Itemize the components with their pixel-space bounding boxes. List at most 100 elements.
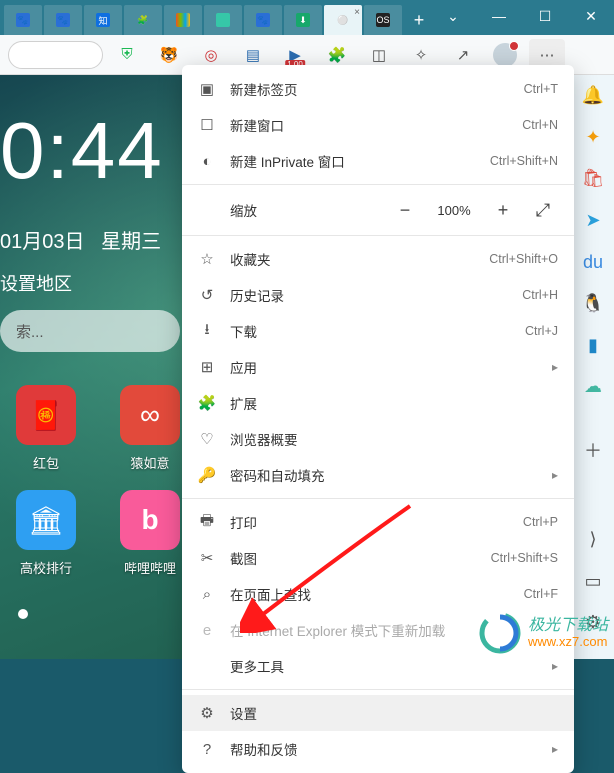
tab[interactable]: 🐾 (44, 5, 82, 35)
tab-actions-button[interactable]: ⌄ (430, 0, 476, 32)
window-close[interactable]: ✕ (568, 0, 614, 32)
reward-icon[interactable]: 🐯 (151, 39, 187, 71)
tab[interactable]: 🧩 (124, 5, 162, 35)
watermark-text: 极光下载站 (528, 617, 608, 635)
chevron-right-icon: ▸ (552, 659, 558, 673)
date: 01月03日 (0, 231, 85, 253)
gear-icon: ⚙ (198, 704, 216, 722)
window-controls: ⌄ — ☐ ✕ (430, 0, 614, 32)
sidebar-toggle-icon[interactable]: ▭ (581, 570, 605, 592)
tab[interactable]: 🐾 (4, 5, 42, 35)
menu-apps[interactable]: ⊞应用▸ (182, 349, 574, 385)
zoom-in-button[interactable]: + (488, 195, 518, 225)
quicklink-tile[interactable]: 🧧红包 (12, 385, 80, 472)
key-icon: 🔑 (198, 466, 216, 484)
tab-active[interactable]: ⚪× (324, 5, 362, 35)
shield-icon[interactable]: ⛨ (109, 39, 145, 71)
menu-new-inprivate[interactable]: ◐新建 InPrivate 窗口Ctrl+Shift+N (182, 143, 574, 179)
menu-extensions[interactable]: 🧩扩展 (182, 385, 574, 421)
quicklink-tile[interactable]: 🏛高校排行 (12, 490, 80, 577)
menu-help[interactable]: ?帮助和反馈▸ (182, 731, 574, 767)
watermark-logo (478, 611, 522, 655)
telegram-icon[interactable]: ➤ (581, 210, 605, 232)
tile-label: 高校排行 (12, 558, 80, 577)
print-icon: 🖶 (198, 510, 216, 535)
hide-sidebar-icon[interactable]: ⟩ (581, 529, 605, 551)
quicklink-tile[interactable]: b哔哩哔哩 (116, 490, 184, 577)
zoom-out-button[interactable]: − (390, 195, 420, 225)
new-window-icon: ☐ (198, 116, 216, 134)
menu-favorites[interactable]: ☆收藏夹Ctrl+Shift+O (182, 241, 574, 277)
zoom-value: 100% (430, 203, 478, 218)
tab[interactable] (204, 5, 242, 35)
tile-label: 红包 (12, 453, 80, 472)
date-weekday: 01月03日 星期三 (0, 225, 161, 254)
cloud-icon[interactable]: ☁ (581, 376, 605, 398)
baidu-icon[interactable]: du (581, 251, 605, 273)
window-minimize[interactable]: — (476, 0, 522, 32)
qq-icon[interactable]: 🐧 (581, 293, 605, 315)
chevron-right-icon: ▸ (552, 360, 558, 374)
clock: 0:44 (0, 105, 164, 197)
help-icon: ? (198, 741, 216, 758)
chevron-right-icon: ▸ (552, 468, 558, 482)
watermark: 极光下载站 www.xz7.com (478, 611, 608, 655)
tab[interactable]: OS (364, 5, 402, 35)
settings-and-more-menu: ▣新建标签页Ctrl+T ☐新建窗口Ctrl+N ◐新建 InPrivate 窗… (182, 65, 574, 773)
shopping-icon[interactable]: 🛍 (581, 168, 605, 190)
close-icon[interactable]: × (354, 7, 360, 18)
tile-label: 哔哩哔哩 (116, 558, 184, 577)
watermark-url: www.xz7.com (528, 634, 608, 649)
quicklink-row: 🧧红包 ∞猿如意 (12, 385, 184, 472)
menu-passwords[interactable]: 🔑密码和自动填充▸ (182, 457, 574, 493)
new-tab-icon: ▣ (198, 80, 216, 98)
history-icon: ↺ (198, 286, 216, 304)
menu-zoom-row: 缩放 − 100% + ⤢ (182, 190, 574, 230)
screenshot-icon: ✂ (198, 549, 216, 567)
search-input[interactable]: 索... (0, 310, 180, 352)
menu-print[interactable]: 🖶打印Ctrl+P (182, 504, 574, 540)
app-icon[interactable]: ▮ (581, 335, 605, 357)
weekday: 星期三 (101, 231, 161, 253)
menu-separator (182, 498, 574, 499)
location-label[interactable]: 设置地区 (0, 270, 72, 296)
tab[interactable] (164, 5, 202, 35)
menu-find[interactable]: ⌕在页面上查找Ctrl+F (182, 576, 574, 612)
inprivate-icon: ◐ (198, 153, 216, 170)
tile-label: 猿如意 (116, 453, 184, 472)
menu-browser-essentials[interactable]: ♡浏览器概要 (182, 421, 574, 457)
menu-new-tab[interactable]: ▣新建标签页Ctrl+T (182, 71, 574, 107)
sparkle-icon[interactable]: ✦ (581, 127, 605, 149)
add-icon[interactable]: ＋ (581, 438, 605, 462)
tab[interactable]: 🐾 (244, 5, 282, 35)
ie-icon: e (198, 622, 216, 639)
menu-separator (182, 689, 574, 690)
apps-icon: ⊞ (198, 358, 216, 376)
bell-icon[interactable]: 🔔 (581, 85, 605, 107)
menu-downloads[interactable]: ⭳下载Ctrl+J (182, 313, 574, 349)
title-bar: 🐾 🐾 知 🧩 🐾 ⬇ ⚪× OS + ⌄ — ☐ ✕ (0, 0, 614, 35)
find-icon: ⌕ (198, 586, 216, 603)
window-maximize[interactable]: ☐ (522, 0, 568, 32)
address-bar[interactable] (8, 41, 103, 69)
heart-icon: ♡ (198, 430, 216, 448)
tab[interactable]: ⬇ (284, 5, 322, 35)
download-icon: ⭳ (198, 319, 216, 344)
quicklink-row: 🏛高校排行 b哔哩哔哩 (12, 490, 184, 577)
page-indicator (18, 609, 28, 619)
chevron-right-icon: ▸ (552, 742, 558, 756)
menu-separator (182, 235, 574, 236)
extensions-icon: 🧩 (198, 394, 216, 412)
quicklink-tile[interactable]: ∞猿如意 (116, 385, 184, 472)
tab[interactable]: 知 (84, 5, 122, 35)
edge-sidebar: 🔔 ✦ 🛍 ➤ du 🐧 ▮ ☁ ＋ ⟩ ▭ ⚙ (572, 75, 614, 659)
menu-separator (182, 184, 574, 185)
search-placeholder: 索... (16, 321, 44, 342)
zoom-label: 缩放 (198, 200, 380, 220)
menu-settings[interactable]: ⚙设置 (182, 695, 574, 731)
menu-new-window[interactable]: ☐新建窗口Ctrl+N (182, 107, 574, 143)
menu-screenshot[interactable]: ✂截图Ctrl+Shift+S (182, 540, 574, 576)
fullscreen-button[interactable]: ⤢ (528, 195, 558, 225)
menu-history[interactable]: ↺历史记录Ctrl+H (182, 277, 574, 313)
star-icon: ☆ (198, 250, 216, 268)
